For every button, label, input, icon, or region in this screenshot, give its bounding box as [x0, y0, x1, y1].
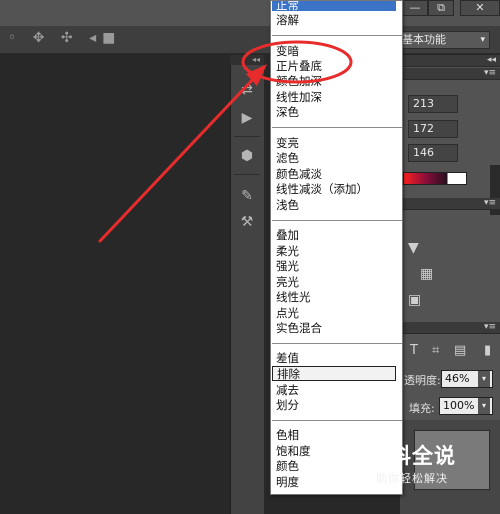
restore-button[interactable]: ⧉: [428, 0, 454, 16]
color-g-field[interactable]: 172: [408, 120, 458, 138]
3d-camera-icons[interactable]: ◦ ✥ ✣ ◂■: [8, 30, 121, 46]
blend-item-linear-burn[interactable]: 线性加深: [276, 90, 400, 105]
color-r-field[interactable]: 213: [408, 95, 458, 113]
menu-divider: [272, 127, 402, 128]
blend-item-color-burn[interactable]: 颜色加深: [276, 74, 400, 89]
opacity-field[interactable]: 46% ▾: [441, 370, 493, 388]
opacity-label: 透明度:: [404, 374, 441, 387]
blend-item-subtract[interactable]: 减去: [276, 383, 400, 398]
chevron-down-icon[interactable]: ▾: [478, 398, 490, 414]
filter-toggle-icon[interactable]: ▮: [484, 343, 491, 358]
fill-field[interactable]: 100% ▾: [439, 397, 493, 415]
blend-item-linear-light[interactable]: 线性光: [276, 290, 400, 305]
text-filter-icon[interactable]: T: [410, 343, 418, 358]
strip-divider: [234, 174, 260, 175]
blend-item-color-dodge[interactable]: 颜色减淡: [276, 167, 400, 182]
document-canvas[interactable]: [0, 55, 230, 514]
panel-collapse-toggle[interactable]: ◂◂: [230, 55, 264, 65]
blend-item-hard-light[interactable]: 强光: [276, 259, 400, 274]
blend-item-lighter-color[interactable]: 浅色: [276, 198, 400, 213]
blend-item-lighten[interactable]: 变亮: [276, 136, 400, 151]
color-panel-header[interactable]: ▾≡: [400, 68, 500, 80]
blend-item-darker-color[interactable]: 深色: [276, 105, 400, 120]
layers-filter-toolbar: T ⌗ ▤ ▮: [400, 343, 500, 361]
actions-play-icon[interactable]: ▶: [237, 108, 257, 128]
minimize-button[interactable]: —: [402, 0, 428, 16]
fill-label: 填充:: [409, 402, 435, 415]
blend-item-multiply[interactable]: 正片叠底: [276, 59, 400, 74]
color-b-field[interactable]: 146: [408, 144, 458, 162]
menu-divider: [272, 420, 402, 421]
chevron-down-icon[interactable]: ▾: [478, 371, 490, 387]
layers-panel-header[interactable]: ▾≡: [400, 322, 500, 334]
blend-item-dissolve[interactable]: 溶解: [276, 13, 400, 28]
watermark-title: 百科全说: [368, 444, 456, 468]
menu-divider: [272, 35, 402, 36]
history-icon[interactable]: ⇄: [237, 80, 257, 100]
chevron-down-icon: ▾: [480, 35, 485, 45]
brush-presets-icon[interactable]: ✎: [237, 186, 257, 206]
blend-item-linear-dodge[interactable]: 线性减淡（添加）: [276, 182, 400, 197]
smart-object-filter-icon[interactable]: ▤: [454, 343, 466, 358]
grid-icon[interactable]: ▦: [420, 266, 433, 282]
strip-divider: [234, 136, 260, 137]
menu-divider: [272, 343, 402, 344]
shape-filter-icon[interactable]: ⌗: [432, 343, 439, 358]
gradient-map-icon[interactable]: ▣: [408, 292, 421, 308]
blend-mode-dropdown: 正常 溶解 变暗 正片叠底 颜色加深 线性加深 深色 变亮 滤色 颜色减淡 线性…: [270, 0, 403, 495]
blend-item-divide[interactable]: 划分: [276, 398, 400, 413]
tool-presets-icon[interactable]: ⚒: [237, 212, 257, 232]
triangle-down-icon[interactable]: ▼: [408, 240, 419, 256]
blend-item-exclusion[interactable]: 排除: [272, 366, 396, 381]
blend-item-darken[interactable]: 变暗: [276, 44, 400, 59]
workspace-label: 基本功能: [402, 33, 446, 46]
blend-item-vivid-light[interactable]: 亮光: [276, 275, 400, 290]
workspace-select[interactable]: 基本功能 ▾: [397, 31, 490, 49]
adjustments-panel-header[interactable]: ▾≡: [400, 198, 500, 210]
app-title-bar: — ⧉ ✕: [0, 0, 500, 26]
blend-item-screen[interactable]: 滤色: [276, 151, 400, 166]
blend-item-overlay[interactable]: 叠加: [276, 228, 400, 243]
fill-value: 100%: [443, 399, 475, 412]
3d-cube-icon[interactable]: ⬢: [237, 146, 257, 166]
watermark-subtitle: 助你轻松解决: [376, 472, 448, 485]
opacity-value: 46%: [445, 372, 470, 385]
close-button[interactable]: ✕: [460, 0, 500, 16]
menu-divider: [272, 220, 402, 221]
blend-item-difference[interactable]: 差值: [276, 351, 400, 366]
blend-item-hard-mix[interactable]: 实色混合: [276, 321, 400, 336]
color-spectrum-bar[interactable]: [403, 172, 467, 185]
blend-item-normal[interactable]: 正常: [272, 1, 396, 11]
blend-item-pin-light[interactable]: 点光: [276, 306, 400, 321]
blend-item-soft-light[interactable]: 柔光: [276, 244, 400, 259]
right-panel-collapse[interactable]: ◂◂: [400, 55, 500, 67]
